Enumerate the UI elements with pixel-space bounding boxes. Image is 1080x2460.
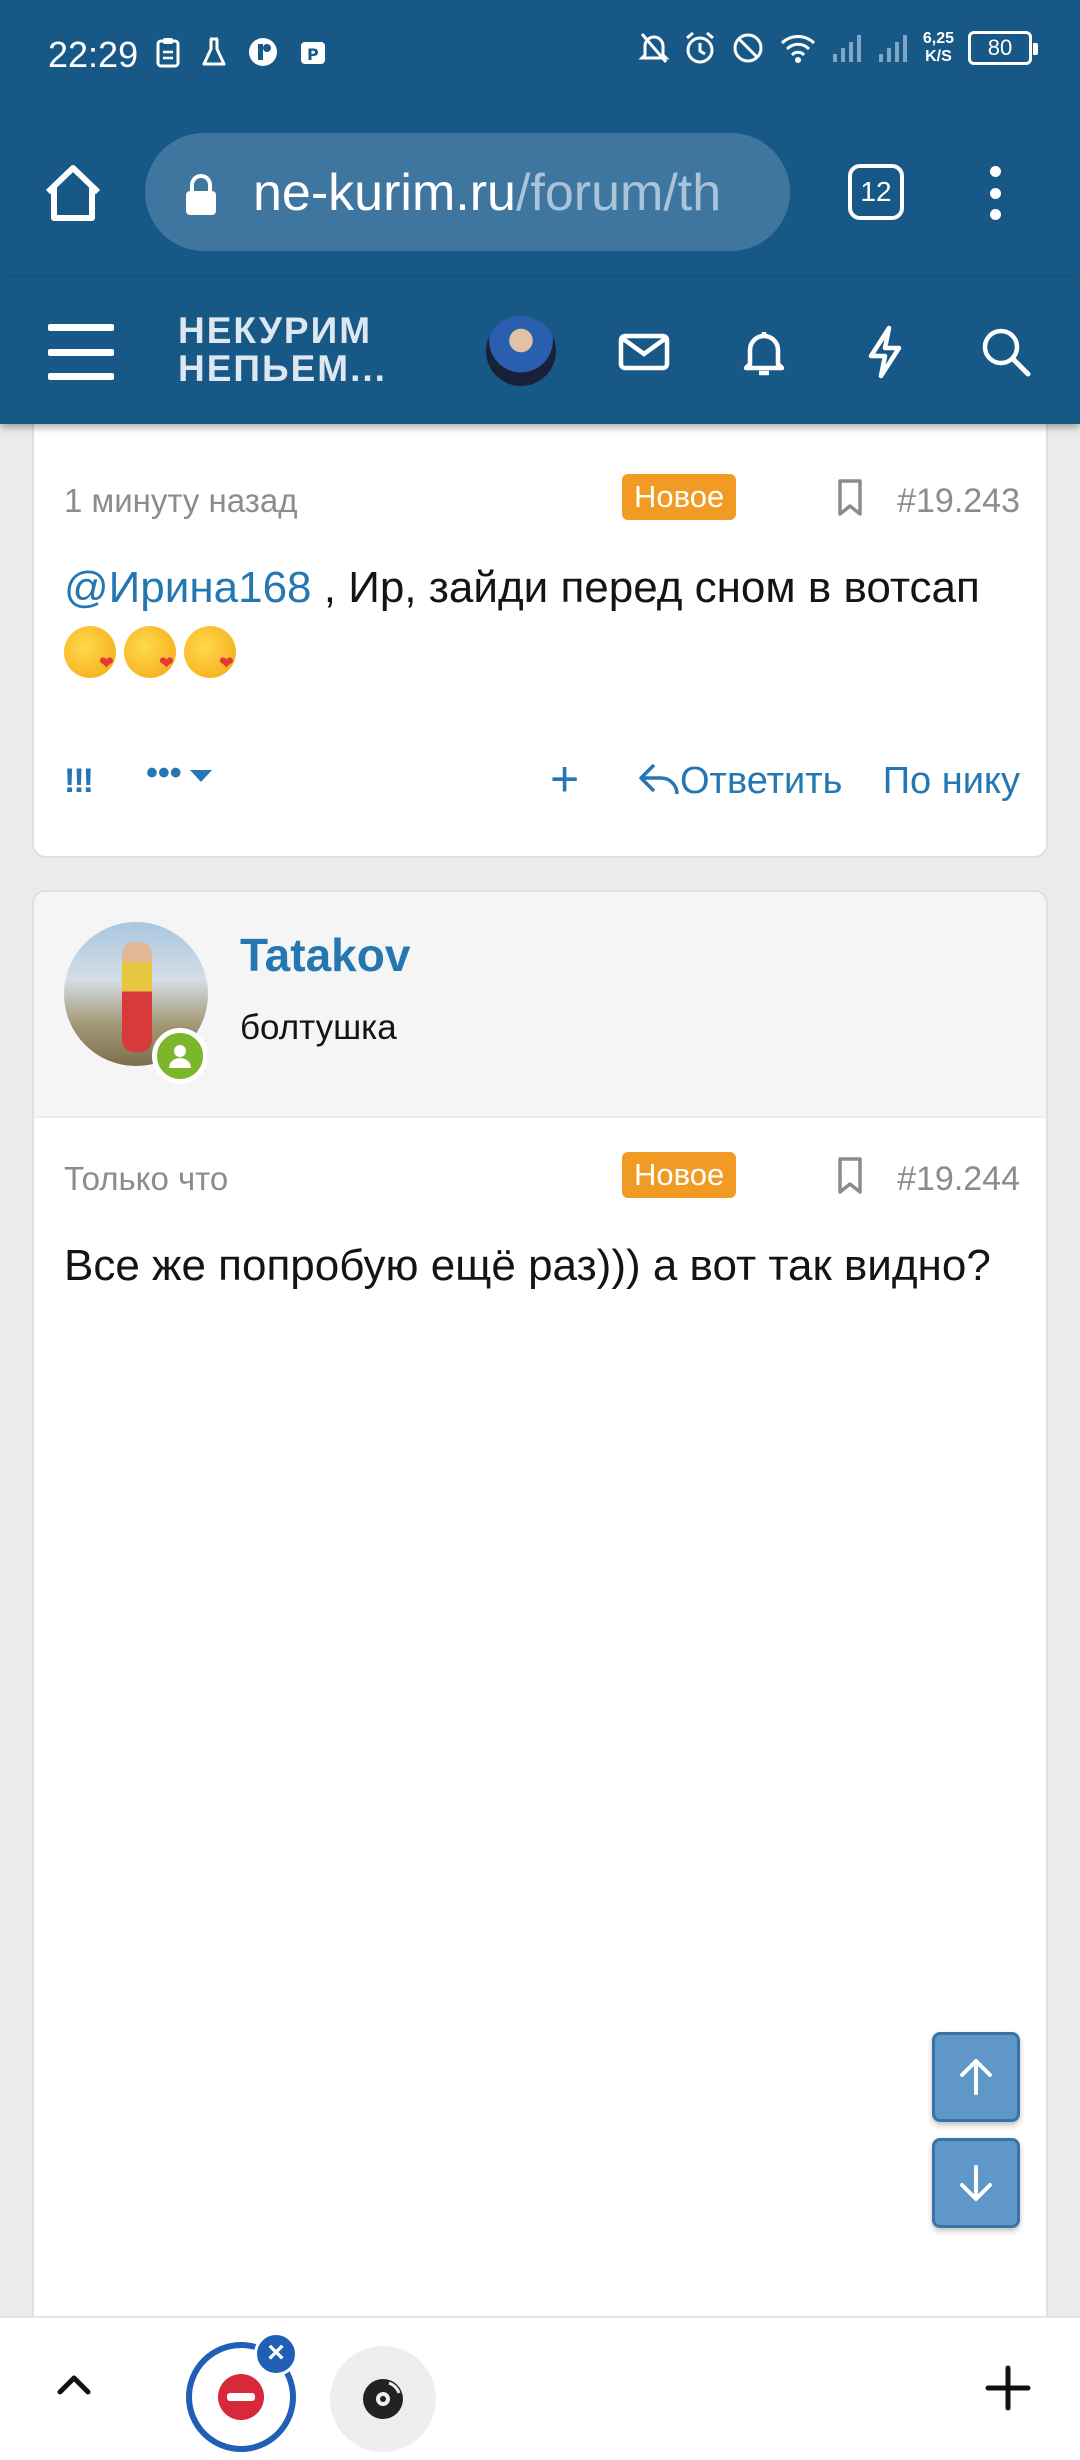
flask-icon xyxy=(202,37,226,66)
arrow-down-icon xyxy=(960,2165,992,2201)
mention-link[interactable]: @Ирина168 xyxy=(64,563,312,612)
plus-icon[interactable] xyxy=(980,2360,1036,2416)
bottom-bar: × xyxy=(0,2316,1080,2460)
lightning-icon[interactable] xyxy=(855,322,915,382)
network-speed-unit: K/S xyxy=(925,48,952,65)
account-avatar[interactable] xyxy=(486,316,556,386)
post-body: Все же попробую ещё раз))) а вот так вид… xyxy=(64,1241,991,1290)
post-meta: Только что Новое #19.244 xyxy=(64,1152,1020,1202)
do-not-disturb-icon xyxy=(733,33,763,63)
multiquote-add-button[interactable]: + xyxy=(550,752,579,806)
more-dots-icon: ••• xyxy=(146,754,182,792)
vinyl-disc-icon xyxy=(363,2379,403,2419)
bookmark-icon[interactable] xyxy=(834,478,866,518)
bookmark-icon[interactable] xyxy=(834,1156,866,1196)
kissing-face-with-heart-icon xyxy=(64,626,116,678)
logo-line1: НЕКУРИМ xyxy=(178,310,373,351)
signal-icon-sim1 xyxy=(832,35,861,62)
app-notification-icon xyxy=(249,38,277,66)
site-header: НЕКУРИМ НЕПЬЕМ... xyxy=(0,278,1080,424)
alarm-icon xyxy=(685,31,714,64)
chevron-up-icon[interactable] xyxy=(48,2360,100,2412)
network-speed-value: 6,25 xyxy=(922,30,954,47)
clipboard-icon xyxy=(156,38,180,68)
hamburger-menu-icon[interactable] xyxy=(48,324,114,380)
network-speed: 6,25 K/S xyxy=(923,30,954,66)
url-domain: ne-kurim.ru xyxy=(253,164,516,222)
post-number[interactable]: #19.243 xyxy=(897,482,1020,521)
home-icon[interactable] xyxy=(40,160,106,226)
reply-label: Ответить xyxy=(680,760,843,802)
music-app-bubble[interactable] xyxy=(330,2346,436,2452)
page: 22:29 P 6,25 K/S 80 ne-kurim.ru/forum/th xyxy=(0,0,1080,2460)
thread-content: 1 минуту назад Новое #19.243 @Ирина168 ,… xyxy=(0,424,1080,2316)
post-number[interactable]: #19.244 xyxy=(897,1160,1020,1199)
post-actions: !!! ••• + Ответить По нику xyxy=(64,752,1020,820)
more-options-button[interactable]: ••• xyxy=(146,754,214,793)
user-icon xyxy=(169,1045,191,1068)
post-body: @Ирина168 , Ир, зайди перед сном в вотса… xyxy=(64,554,1004,690)
bell-icon[interactable] xyxy=(734,322,794,382)
post-meta: 1 минуту назад Новое #19.243 xyxy=(64,474,1020,524)
status-time: 22:29 xyxy=(48,34,139,75)
no-entry-icon xyxy=(218,2374,264,2420)
post-19244: Tatakov болтушка Только что Новое #19.24… xyxy=(32,890,1048,2316)
svg-text:P: P xyxy=(307,45,319,64)
post-user-block: Tatakov болтушка xyxy=(34,892,1046,1118)
arrow-up-icon xyxy=(960,2059,992,2095)
scroll-to-bottom-button[interactable] xyxy=(932,2138,1020,2228)
caret-down-icon xyxy=(189,770,212,782)
online-status-icon xyxy=(152,1028,208,1084)
wifi-icon xyxy=(780,35,815,63)
site-logo[interactable]: НЕКУРИМ НЕПЬЕМ... xyxy=(178,312,387,388)
mail-icon[interactable] xyxy=(614,322,674,382)
url-text: ne-kurim.ru/forum/th xyxy=(253,163,721,223)
bell-off-icon xyxy=(638,33,669,63)
user-title: болтушка xyxy=(240,1008,397,1047)
browser-toolbar: ne-kurim.ru/forum/th 12 xyxy=(0,110,1080,278)
parking-app-icon: P xyxy=(301,42,325,64)
by-nick-button[interactable]: По нику xyxy=(883,760,1020,803)
lock-icon xyxy=(186,174,216,215)
close-bubble-icon[interactable]: × xyxy=(254,2332,298,2376)
post-19243: 1 минуту назад Новое #19.243 @Ирина168 ,… xyxy=(32,424,1048,858)
new-badge: Новое xyxy=(622,474,737,520)
status-right-icons: 6,25 K/S 80 xyxy=(638,30,1038,66)
status-left-icons: P xyxy=(155,36,329,68)
search-icon[interactable] xyxy=(976,322,1036,382)
tabs-count-button[interactable]: 12 xyxy=(848,164,904,220)
address-bar[interactable]: ne-kurim.ru/forum/th xyxy=(145,133,790,251)
url-path: /forum/th xyxy=(515,164,722,222)
new-badge: Новое xyxy=(622,1152,737,1198)
post-text: , Ир, зайди перед сном в вотсап xyxy=(311,563,980,612)
username-link[interactable]: Tatakov xyxy=(240,928,410,982)
scroll-to-top-button[interactable] xyxy=(932,2032,1020,2122)
kissing-face-with-heart-icon xyxy=(184,626,236,678)
post-time[interactable]: Только что xyxy=(64,1160,228,1198)
kissing-face-with-heart-icon xyxy=(124,626,176,678)
reply-button[interactable]: Ответить xyxy=(638,760,842,803)
browser-menu-icon[interactable] xyxy=(980,160,1010,226)
post-time[interactable]: 1 минуту назад xyxy=(64,482,297,520)
battery-indicator: 80 xyxy=(968,31,1038,65)
status-bar: 22:29 P 6,25 K/S 80 xyxy=(0,0,1080,110)
react-button[interactable]: !!! xyxy=(64,762,94,801)
reply-icon xyxy=(639,763,679,795)
signal-icon-sim2 xyxy=(878,35,907,62)
logo-line2: НЕПЬЕМ... xyxy=(178,348,387,389)
